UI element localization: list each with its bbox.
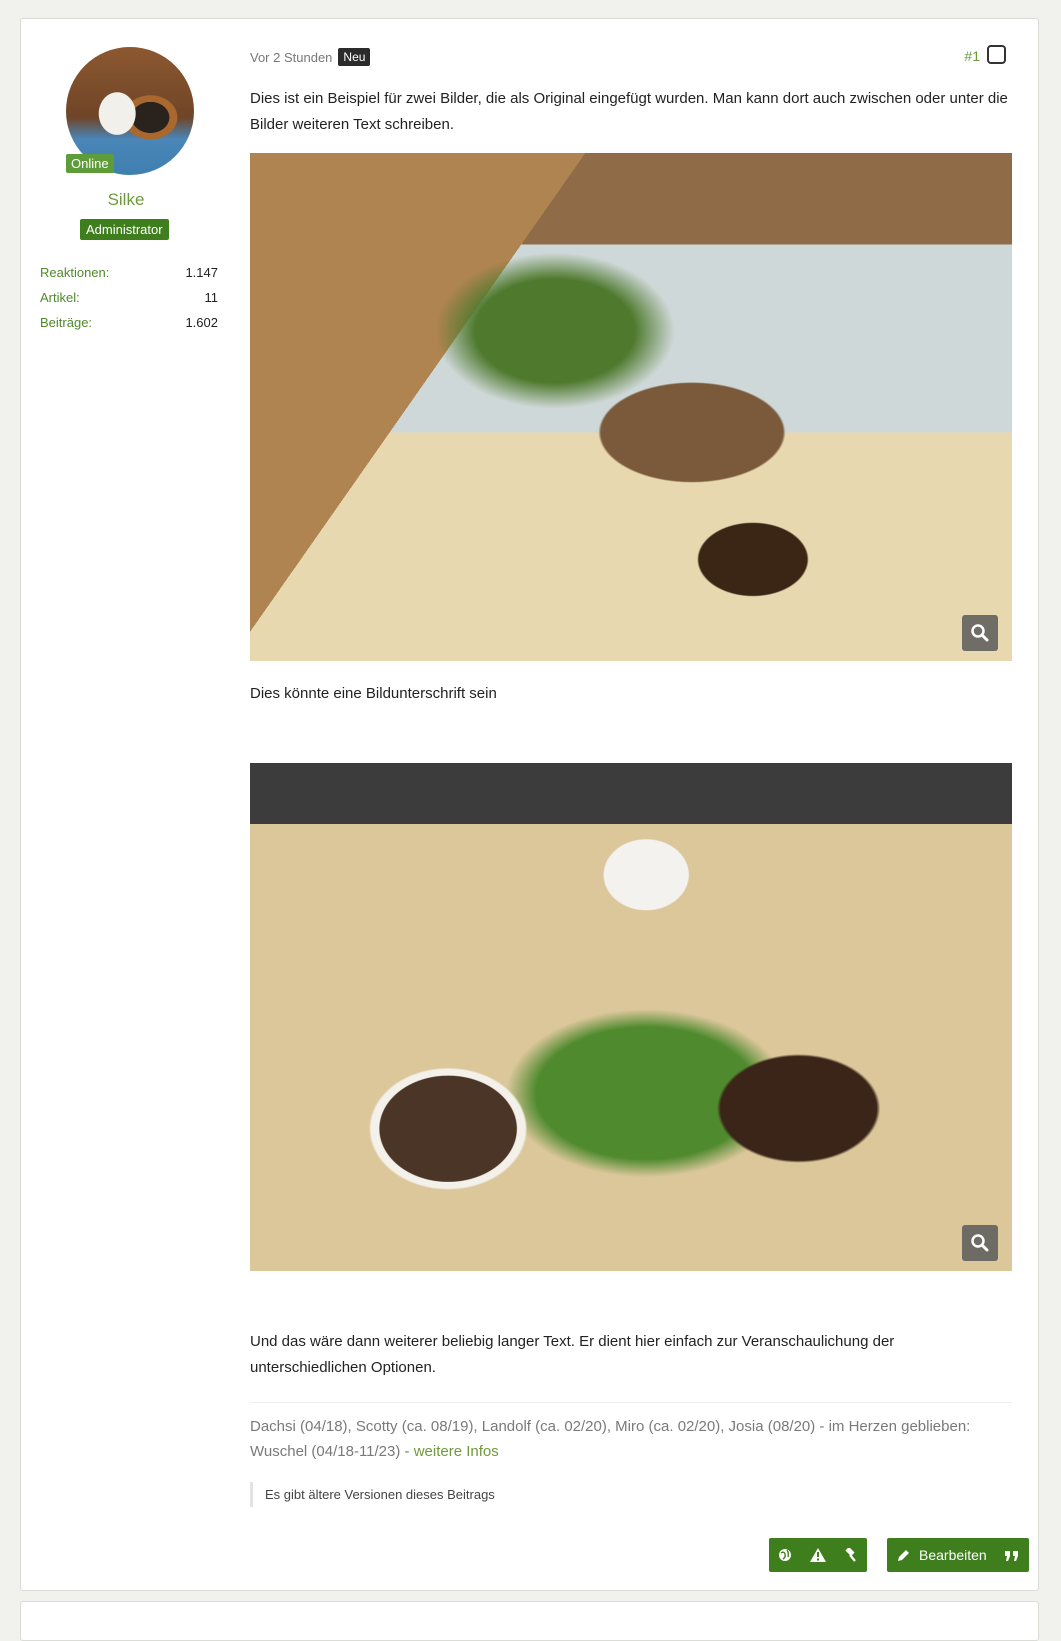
post-meta: Vor 2 Stunden Neu	[250, 48, 371, 66]
new-badge: Neu	[338, 48, 371, 66]
signature-divider	[250, 1402, 1012, 1403]
warning-icon[interactable]	[802, 1538, 835, 1572]
role-badge: Administrator	[80, 219, 169, 240]
post-outro-text: Und das wäre dann weiterer beliebig lang…	[250, 1333, 895, 1376]
author-name[interactable]: Silke	[21, 190, 231, 210]
stat-label[interactable]: Artikel:	[40, 290, 80, 315]
image-caption: Dies könnte eine Bildunterschrift sein	[250, 685, 497, 702]
edit-button[interactable]: Bearbeiten	[887, 1538, 995, 1572]
post-action-button-group: Bearbeiten	[887, 1538, 1029, 1572]
select-post-checkbox[interactable]	[987, 45, 1006, 64]
pencil-icon	[898, 1549, 909, 1561]
moderation-button-group	[769, 1538, 867, 1572]
hammer-icon[interactable]	[834, 1538, 867, 1572]
signature-link[interactable]: weitere Infos	[414, 1443, 499, 1460]
quote-icon[interactable]	[995, 1538, 1029, 1572]
next-post-card	[20, 1601, 1039, 1641]
stat-reactions: Reaktionen: 1.147	[40, 265, 218, 290]
post-time[interactable]: Vor 2 Stunden	[250, 50, 332, 65]
globe-icon[interactable]	[769, 1538, 802, 1572]
stat-articles: Artikel: 11	[40, 290, 218, 315]
stat-label[interactable]: Reaktionen:	[40, 265, 109, 290]
post-image-2[interactable]	[250, 763, 1012, 1271]
edit-button-label: Bearbeiten	[919, 1547, 987, 1563]
stat-value: 1.147	[185, 265, 218, 280]
stat-value: 11	[204, 290, 219, 305]
post-intro-text: Dies ist ein Beispiel für zwei Bilder, d…	[250, 90, 1008, 133]
stat-value: 1.602	[185, 315, 218, 330]
stat-posts: Beiträge: 1.602	[40, 315, 218, 340]
online-badge: Online	[66, 154, 114, 173]
older-versions-note[interactable]: Es gibt ältere Versionen dieses Beitrags	[250, 1482, 507, 1507]
stat-label[interactable]: Beiträge:	[40, 315, 92, 340]
post-card: Online Silke Administrator Reaktionen: 1…	[20, 18, 1039, 1591]
author-stats: Reaktionen: 1.147 Artikel: 11 Beiträge: …	[40, 265, 218, 340]
zoom-icon[interactable]	[962, 1225, 998, 1261]
signature: Dachsi (04/18), Scotty (ca. 08/19), Land…	[250, 1414, 1010, 1464]
signature-text: Dachsi (04/18), Scotty (ca. 08/19), Land…	[250, 1418, 971, 1460]
post-image-1[interactable]	[250, 153, 1012, 661]
zoom-icon[interactable]	[962, 615, 998, 651]
post-number-link[interactable]: #1	[964, 48, 980, 64]
